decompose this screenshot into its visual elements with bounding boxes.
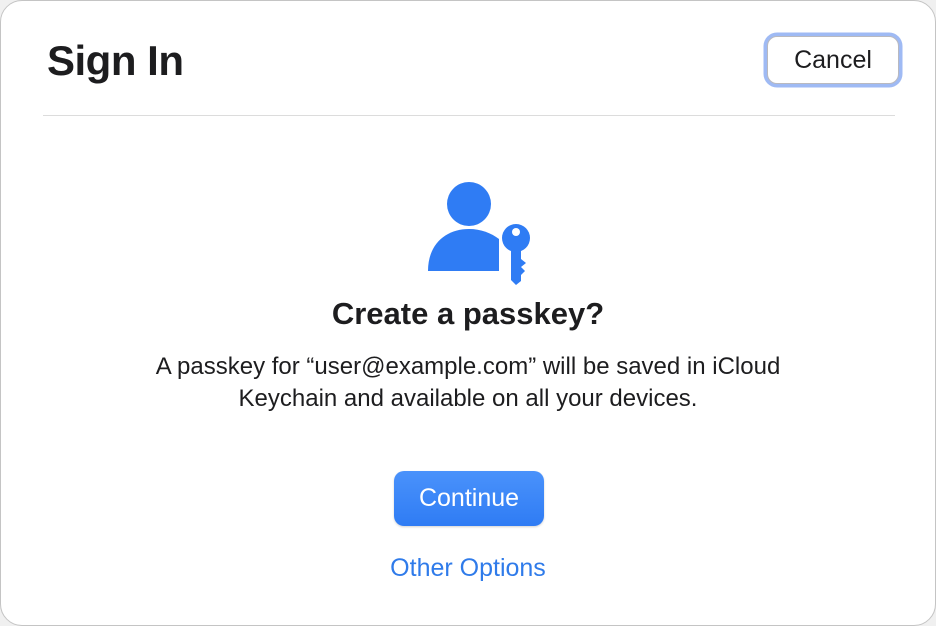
continue-button[interactable]: Continue [394,471,544,526]
header-divider [43,115,895,116]
cancel-button[interactable]: Cancel [767,36,899,84]
sign-in-sheet: Sign In Cancel Create a passkey? A passk… [0,0,936,626]
message-line: Keychain and available on all your devic… [238,385,698,412]
page-title: Sign In [47,37,184,84]
person-key-icon [428,182,534,285]
other-options-link[interactable]: Other Options [1,551,935,585]
message-line: A passkey for “user@example.com” will be… [155,353,781,380]
dialog-message: A passkey for “user@example.com” will be… [1,351,935,415]
dialog-heading: Create a passkey? [331,296,605,331]
